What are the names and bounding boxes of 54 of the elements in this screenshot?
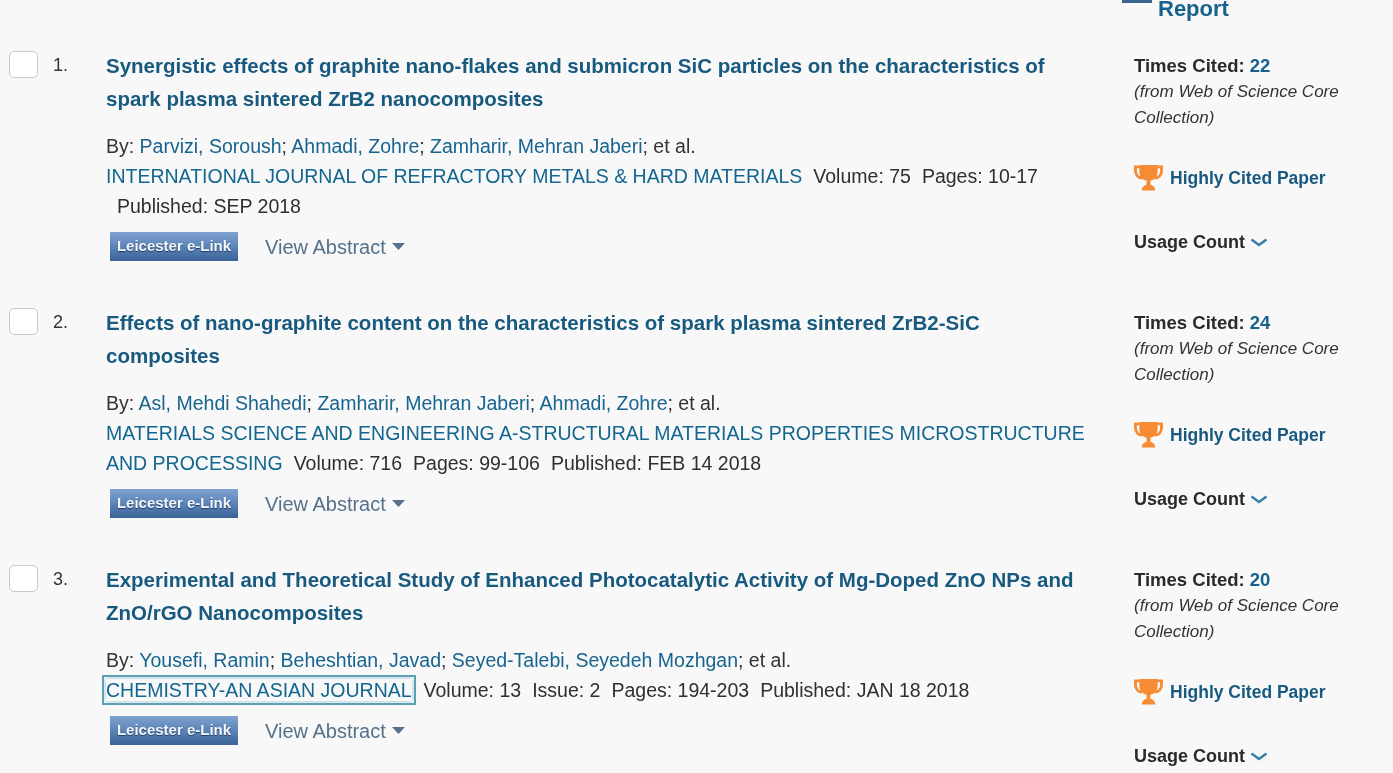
record-title[interactable]: Synergistic effects of graphite nano-flakes and submicron SiC particles on the characteristics of spark plasma sintered ZrB2 nanocomposites bbox=[106, 49, 1094, 115]
author-line: By: Yousefi, Ramin; Beheshtian, Javad; Seyed-Talebi, Seyedeh Mozhgan; et al. bbox=[106, 648, 793, 673]
source-line: INTERNATIONAL JOURNAL OF REFRACTORY METALS & HARD MATERIALS Volume: 75 Pages: 10-17 Published: SEP 2018 bbox=[106, 164, 1039, 219]
usage-count-button[interactable]: Usage Count bbox=[1134, 743, 1268, 769]
record-title[interactable]: Effects of nano-graphite content on the characteristics of spark plasma sintered ZrB2-SiC composites bbox=[106, 306, 1094, 372]
author-link[interactable]: Zamharir, Mehran Jaberi bbox=[317, 392, 530, 414]
author-link[interactable]: Beheshtian, Javad bbox=[280, 649, 441, 671]
times-cited-label: Times Cited: bbox=[1134, 55, 1245, 76]
times-cited-count[interactable]: 24 bbox=[1249, 312, 1271, 333]
author-link[interactable]: Seyed-Talebi, Seyedeh Mozhgan bbox=[451, 649, 738, 671]
checkbox[interactable] bbox=[9, 51, 38, 78]
author-link[interactable]: Ahmadi, Zohre bbox=[291, 135, 420, 157]
e-link-button[interactable]: Leicester e-Link bbox=[110, 232, 238, 261]
view-abstract-button[interactable]: View Abstract bbox=[265, 717, 405, 744]
caret-down-icon bbox=[391, 727, 405, 734]
e-link-button[interactable]: Leicester e-Link bbox=[110, 716, 238, 745]
trophy-icon bbox=[1133, 164, 1164, 191]
highly-cited-link[interactable]: Highly Cited Paper bbox=[1170, 421, 1326, 448]
author-link[interactable]: Parvizi, Soroush bbox=[139, 135, 282, 157]
highly-cited-link[interactable]: Highly Cited Paper bbox=[1170, 164, 1326, 191]
times-cited-label: Times Cited: bbox=[1134, 312, 1245, 333]
chevron-down-icon bbox=[1250, 494, 1268, 504]
chevron-down-icon bbox=[1250, 237, 1268, 247]
citation-source: (from Web of Science Core Collection) bbox=[1134, 595, 1340, 643]
citation-source: (from Web of Science Core Collection) bbox=[1134, 81, 1340, 129]
author-line: By: Asl, Mehdi Shahedi; Zamharir, Mehran Jaberi; Ahmadi, Zohre; et al. bbox=[106, 391, 722, 416]
author-link[interactable]: Zamharir, Mehran Jaberi bbox=[430, 135, 643, 157]
bar-icon bbox=[1122, 0, 1152, 3]
trophy-icon bbox=[1133, 421, 1164, 448]
author-link[interactable]: Yousefi, Ramin bbox=[139, 649, 270, 671]
chevron-down-icon bbox=[1250, 751, 1268, 761]
times-cited-label: Times Cited: bbox=[1134, 569, 1245, 590]
source-line: MATERIALS SCIENCE AND ENGINEERING A-STRUCTURAL MATERIALS PROPERTIES MICROSTRUCTURE AND PROCESSING Volume: 716 Pages: 99-106 Published: FEB 14 2018 bbox=[106, 421, 1086, 476]
highly-cited-link[interactable]: Highly Cited Paper bbox=[1170, 678, 1326, 705]
author-link[interactable]: Asl, Mehdi Shahedi bbox=[138, 392, 307, 414]
usage-count-button[interactable]: Usage Count bbox=[1134, 229, 1268, 255]
caret-down-icon bbox=[391, 243, 405, 250]
times-cited-count[interactable]: 22 bbox=[1249, 55, 1271, 76]
record-title[interactable]: Experimental and Theoretical Study of Enhanced Photocatalytic Activity of Mg-Doped ZnO NPs and ZnO/rGO Nanocomposites bbox=[106, 563, 1094, 629]
e-link-button[interactable]: Leicester e-Link bbox=[110, 489, 238, 518]
record-number: 2. bbox=[53, 311, 68, 334]
citation-source: (from Web of Science Core Collection) bbox=[1134, 338, 1340, 386]
times-cited-count[interactable]: 20 bbox=[1249, 569, 1271, 590]
record-number: 3. bbox=[53, 568, 68, 591]
checkbox[interactable] bbox=[9, 308, 38, 335]
view-abstract-button[interactable]: View Abstract bbox=[265, 490, 405, 517]
trophy-icon bbox=[1133, 678, 1164, 705]
usage-count-button[interactable]: Usage Count bbox=[1134, 486, 1268, 512]
checkbox[interactable] bbox=[9, 565, 38, 592]
record-number: 1. bbox=[53, 54, 68, 77]
author-line: By: Parvizi, Soroush; Ahmadi, Zohre; Zamharir, Mehran Jaberi; et al. bbox=[106, 134, 697, 159]
caret-down-icon bbox=[391, 500, 405, 507]
author-link[interactable]: Ahmadi, Zohre bbox=[539, 392, 668, 414]
view-abstract-button[interactable]: View Abstract bbox=[265, 233, 405, 260]
